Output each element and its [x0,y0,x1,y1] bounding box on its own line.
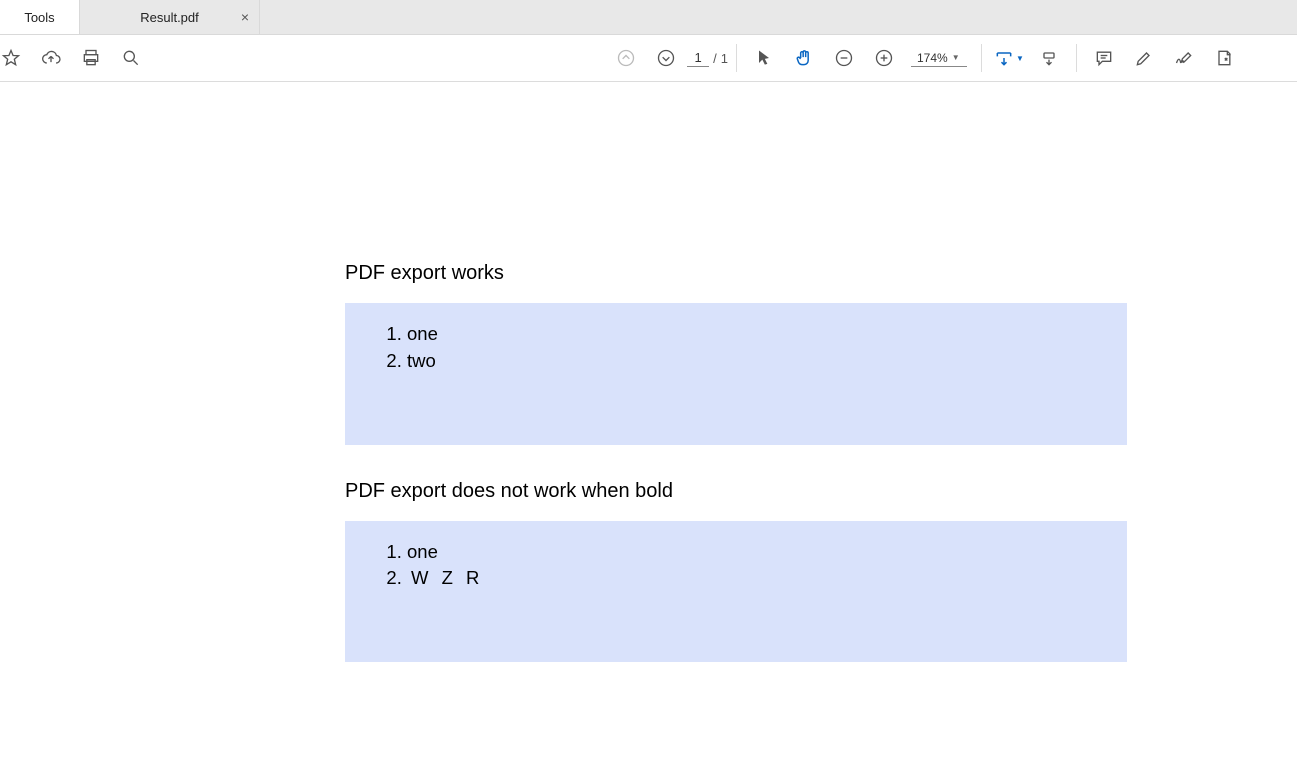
tab-bar: Tools Result.pdf × [0,0,1297,35]
zoom-in-icon[interactable] [865,39,903,77]
tab-tools[interactable]: Tools [0,0,80,34]
section2-block: one W Z R [345,521,1127,663]
list-item: W Z R [407,565,1097,592]
separator [1076,44,1077,72]
fit-width-icon[interactable]: ▼ [990,39,1028,77]
find-icon[interactable] [112,39,150,77]
toolbar: / 1 174% ▼ ▼ [0,35,1297,82]
section2-list: one W Z R [375,539,1097,593]
page-down-icon[interactable] [647,39,685,77]
separator [981,44,982,72]
chevron-down-icon: ▼ [1016,54,1024,63]
list-item: two [407,348,1097,375]
tab-tools-label: Tools [24,10,54,25]
print-icon[interactable] [72,39,110,77]
document-viewport[interactable]: PDF export works one two PDF export does… [0,82,1297,760]
pdf-page: PDF export works one two PDF export does… [0,82,1297,697]
page-indicator: / 1 [687,49,728,67]
section1-list: one two [375,321,1097,375]
highlight-icon[interactable] [1125,39,1163,77]
list-item: one [407,321,1097,348]
chevron-down-icon: ▼ [952,53,960,62]
page-sep: / [713,51,717,66]
tab-file-label: Result.pdf [140,10,199,25]
section1-title: PDF export works [345,262,1127,285]
scroll-mode-icon[interactable] [1030,39,1068,77]
current-page-input[interactable] [687,49,709,67]
zoom-select[interactable]: 174% ▼ [911,50,967,67]
separator [736,44,737,72]
close-tab-icon[interactable]: × [241,10,249,24]
total-pages: 1 [721,51,728,66]
stamp-icon[interactable] [1205,39,1243,77]
comment-icon[interactable] [1085,39,1123,77]
tab-file[interactable]: Result.pdf × [80,0,260,34]
garbled-text: W Z R [407,567,483,588]
sign-icon[interactable] [1165,39,1203,77]
selection-cursor-icon[interactable] [745,39,783,77]
cloud-upload-icon[interactable] [32,39,70,77]
list-item: one [407,539,1097,566]
star-icon[interactable] [0,39,30,77]
hand-tool-icon[interactable] [785,39,823,77]
zoom-out-icon[interactable] [825,39,863,77]
section1-block: one two [345,303,1127,445]
section2-title: PDF export does not work when bold [345,480,1127,503]
zoom-value: 174% [917,51,948,65]
page-up-icon[interactable] [607,39,645,77]
